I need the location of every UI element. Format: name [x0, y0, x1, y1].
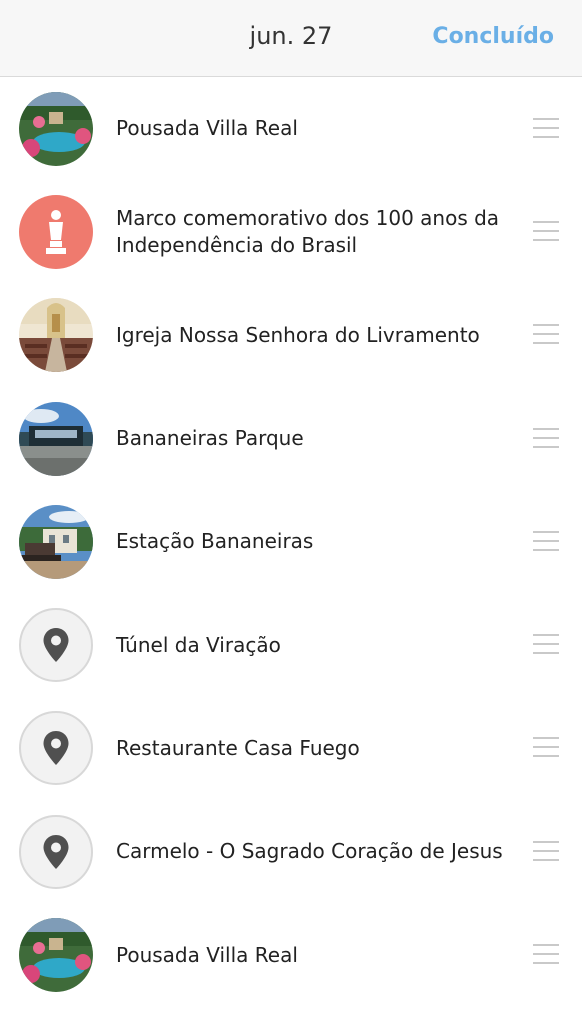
monument-icon	[19, 194, 93, 269]
reorder-handle-icon[interactable]	[533, 944, 559, 966]
place-name: Túnel da Viração	[116, 632, 281, 657]
reorder-handle-icon[interactable]	[533, 117, 559, 140]
reorder-handle-icon[interactable]	[533, 530, 559, 553]
reorder-handle-icon[interactable]	[533, 737, 559, 759]
place-photo-train-station	[19, 504, 93, 579]
place-name: Marco comemorativo dos 100 anos da Indep…	[116, 205, 500, 257]
list-item[interactable]: Pousada Villa Real	[0, 77, 582, 180]
itinerary-list: Pousada Villa Real Marco comemorativo do…	[0, 77, 582, 1007]
reorder-handle-icon[interactable]	[533, 840, 559, 863]
done-button[interactable]: Concluído	[432, 24, 554, 49]
list-item[interactable]: Igreja Nossa Senhora do Livramento	[0, 284, 582, 387]
list-item[interactable]: Carmelo - O Sagrado Coração de Jesus	[0, 800, 582, 903]
place-photo-garden-pool	[19, 91, 93, 166]
place-name: Carmelo - O Sagrado Coração de Jesus	[116, 839, 503, 864]
place-name: Bananeiras Parque	[116, 426, 304, 451]
reorder-handle-icon[interactable]	[533, 324, 559, 346]
place-photo-church-interior	[19, 298, 93, 373]
list-item[interactable]: Marco comemorativo dos 100 anos da Indep…	[0, 180, 582, 283]
reorder-handle-icon[interactable]	[533, 634, 559, 656]
map-pin-icon	[19, 608, 93, 683]
navigation-header: jun. 27 Concluído	[0, 0, 582, 77]
place-name: Igreja Nossa Senhora do Livramento	[116, 322, 480, 347]
list-item[interactable]: Restaurante Casa Fuego	[0, 697, 582, 800]
list-item[interactable]: Bananeiras Parque	[0, 387, 582, 490]
reorder-handle-icon[interactable]	[533, 427, 559, 450]
place-name: Pousada Villa Real	[116, 116, 298, 141]
place-photo-park	[19, 401, 93, 476]
place-name: Pousada Villa Real	[116, 942, 298, 967]
reorder-handle-icon[interactable]	[533, 220, 559, 243]
place-photo-garden-pool	[19, 918, 93, 993]
list-item[interactable]: Estação Bananeiras	[0, 490, 582, 593]
place-name: Restaurante Casa Fuego	[116, 735, 360, 760]
place-name: Estação Bananeiras	[116, 529, 314, 554]
map-pin-icon	[19, 711, 93, 786]
list-item[interactable]: Túnel da Viração	[0, 593, 582, 696]
list-item[interactable]: Pousada Villa Real	[0, 903, 582, 1006]
map-pin-icon	[19, 814, 93, 889]
